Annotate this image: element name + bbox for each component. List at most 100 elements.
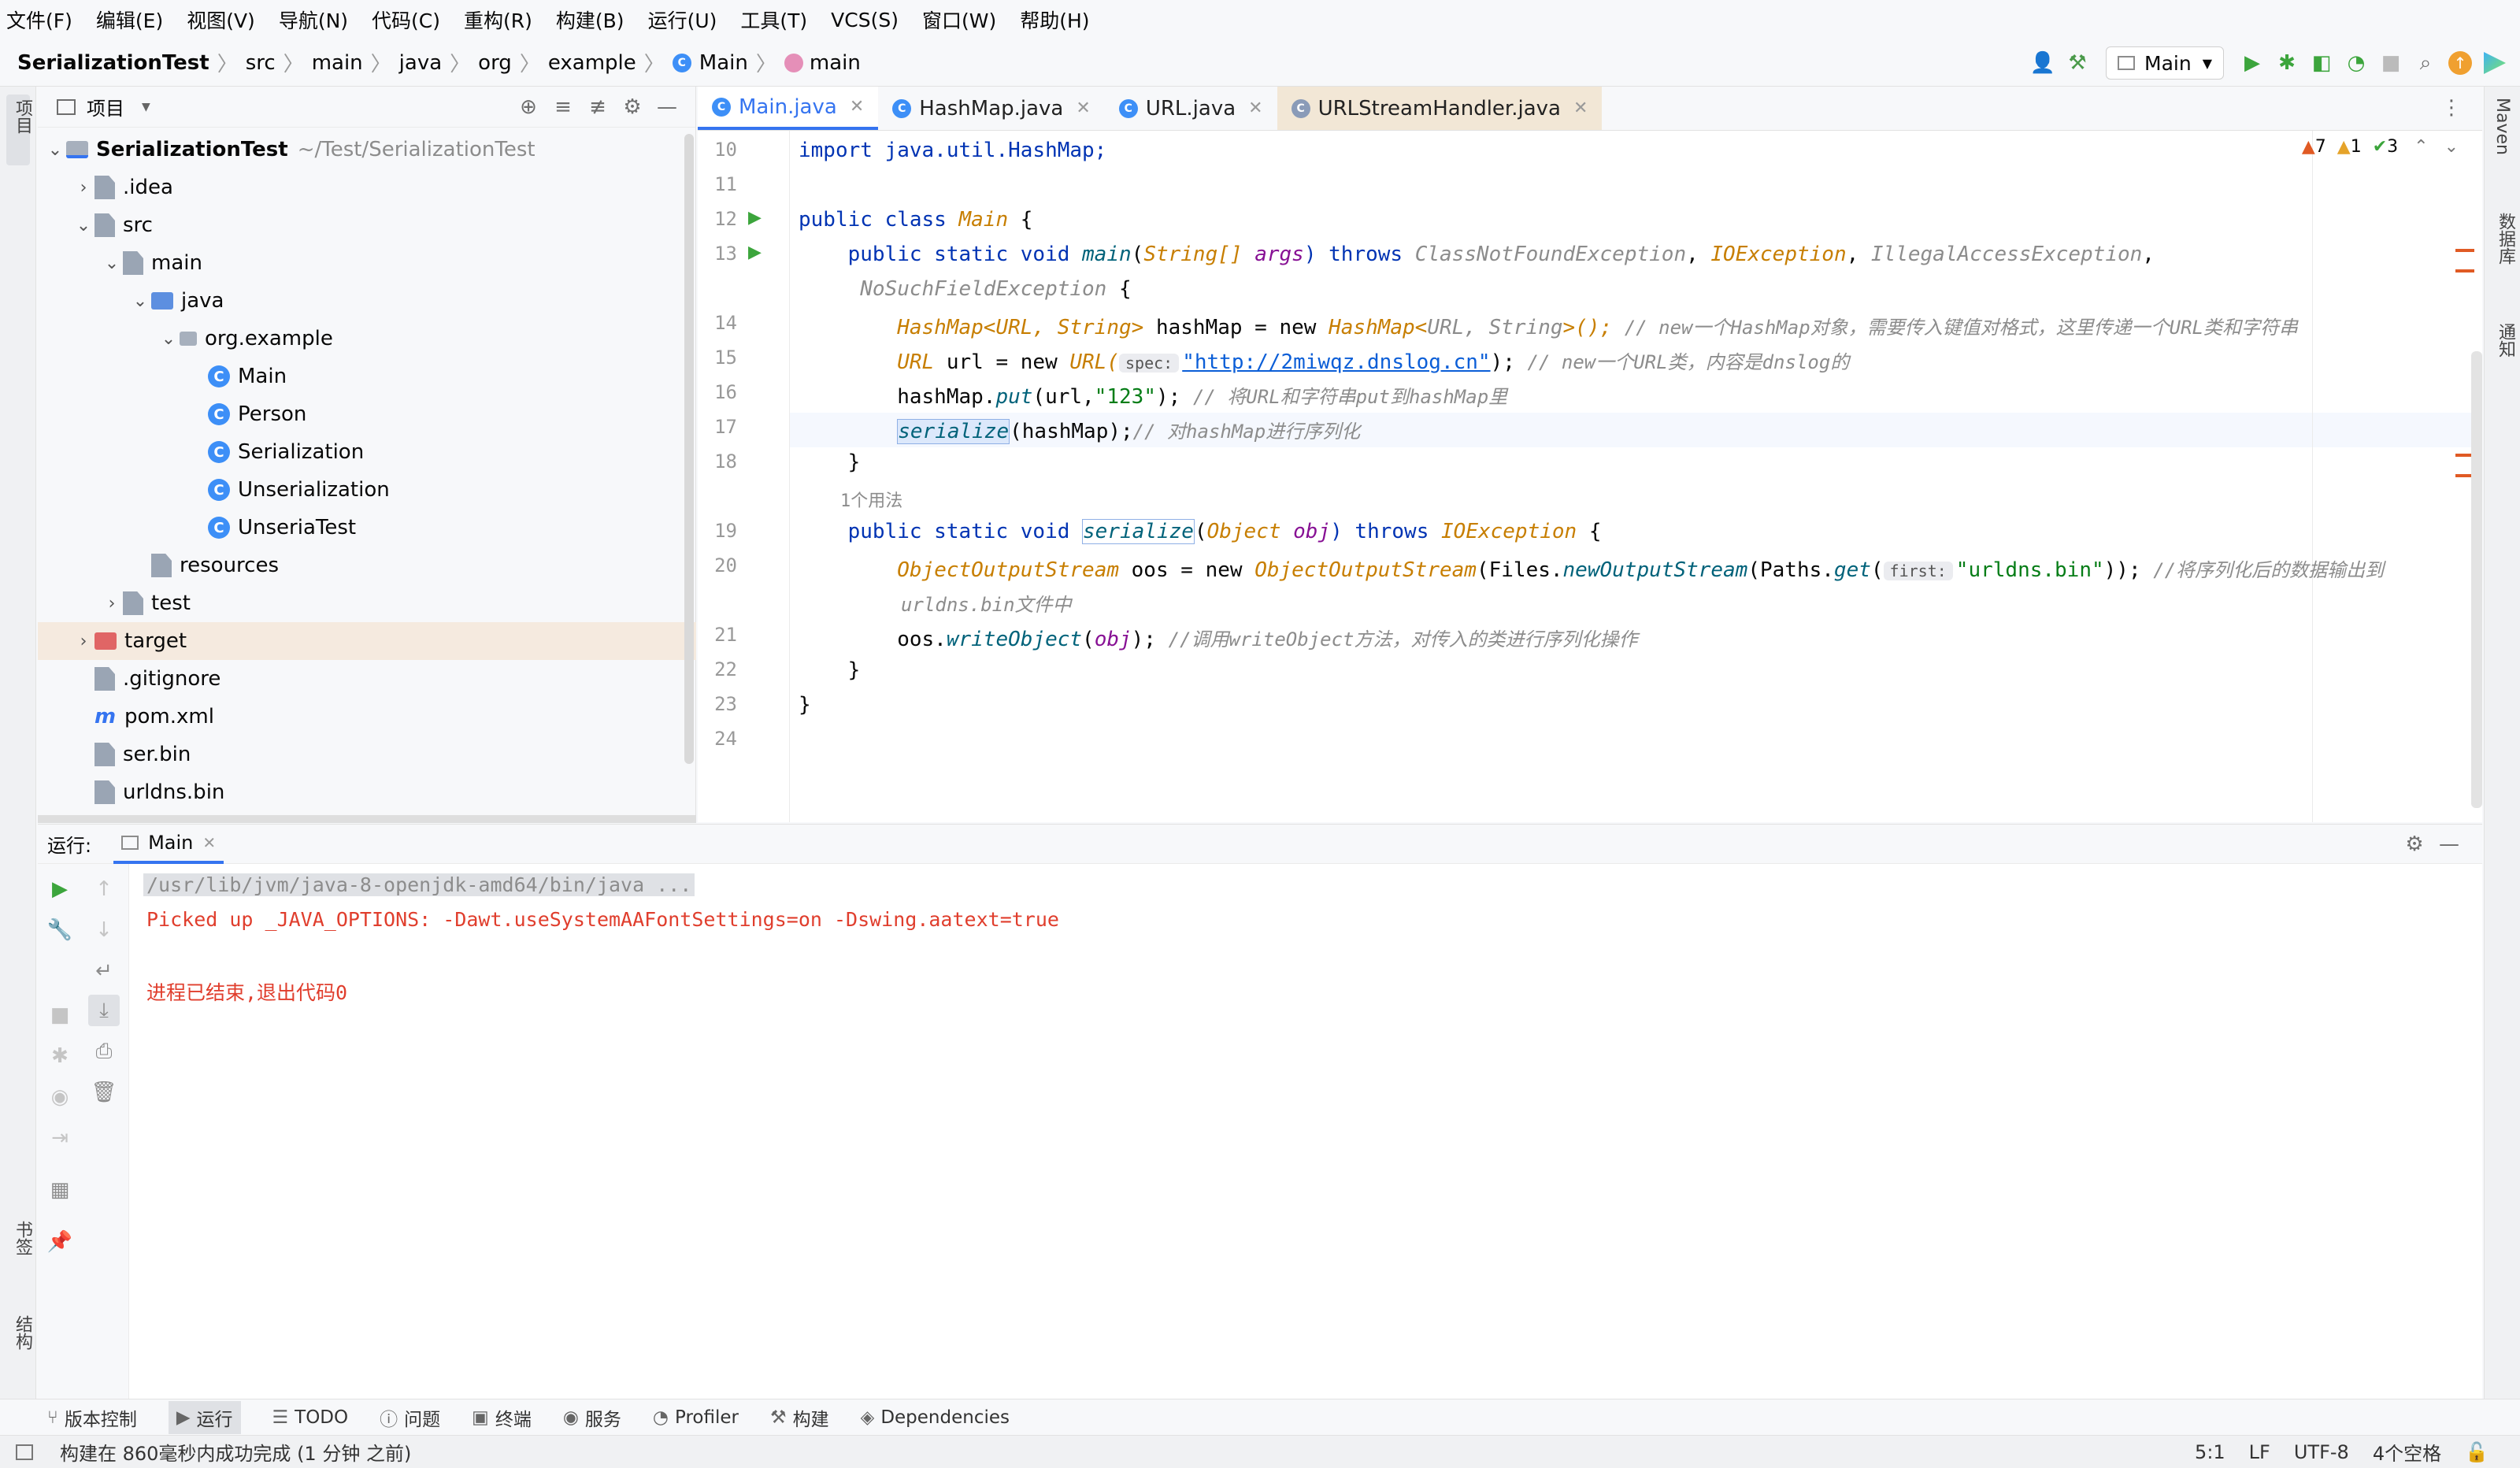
ide-logo-icon[interactable] [2477, 46, 2512, 80]
tree-item-test[interactable]: › test [38, 584, 696, 622]
tree-item-unseriatest[interactable]: C UnseriaTest [38, 509, 696, 547]
down-arrow-icon[interactable]: ↓ [88, 914, 120, 946]
pin-icon[interactable]: 📌 [44, 1226, 76, 1258]
expand-all-icon[interactable]: ≡ [546, 90, 580, 124]
chevron-down-icon[interactable]: ⌄ [2444, 137, 2459, 157]
run-tab-main[interactable]: Main ✕ [113, 825, 224, 864]
indent-setting[interactable]: 4个空格 [2373, 1438, 2441, 1466]
code-editor[interactable]: 10 11 12 13 14 15 16 17 18 19 20 21 22 23 24 ▶ ▶ ▲ 7 ▲ 1… [698, 131, 2482, 822]
menu-refactor[interactable]: 重构(R) [464, 6, 532, 34]
menu-run[interactable]: 运行(U) [648, 6, 717, 34]
breadcrumb-main[interactable]: main [312, 51, 363, 75]
coverage-icon[interactable]: ◧ [2304, 46, 2339, 80]
project-tool-button[interactable]: 项目 [6, 95, 32, 165]
close-icon[interactable]: ✕ [850, 97, 864, 117]
breadcrumb-src[interactable]: src [246, 51, 276, 75]
line-number[interactable]: 15 [698, 347, 737, 369]
profile-icon[interactable]: ◔ [2339, 46, 2374, 80]
menu-help[interactable]: 帮助(H) [1020, 6, 1089, 34]
close-icon[interactable]: ✕ [202, 833, 216, 852]
run-gutter-icon[interactable]: ▶ [748, 243, 762, 262]
menu-view[interactable]: 视图(V) [187, 6, 255, 34]
tab-main-java[interactable]: C Main.java ✕ [698, 87, 879, 130]
hide-icon[interactable]: — [650, 90, 684, 124]
run-icon[interactable]: ▶ [2235, 46, 2270, 80]
tool-tab-vcs[interactable]: ⑂ 版本控制 [47, 1404, 137, 1431]
menu-edit[interactable]: 编辑(E) [96, 6, 163, 34]
breadcrumb-org[interactable]: org [478, 51, 512, 75]
line-number[interactable]: 12 [698, 208, 737, 230]
line-number[interactable]: 16 [698, 381, 737, 403]
menu-window[interactable]: 窗口(W) [922, 6, 996, 34]
more-tabs-icon[interactable]: ⋮ [2441, 96, 2462, 120]
tree-item-unserialization[interactable]: C Unserialization [38, 471, 696, 509]
line-number[interactable]: 19 [698, 520, 737, 542]
login-icon[interactable]: ⇥ [44, 1122, 76, 1154]
tree-item-person[interactable]: C Person [38, 395, 696, 433]
chevron-down-icon[interactable]: ⌄ [101, 254, 123, 273]
database-tool-button[interactable]: 数据库 [2492, 213, 2518, 265]
close-icon[interactable]: ✕ [1248, 98, 1262, 118]
line-number[interactable]: 10 [698, 139, 737, 161]
menu-code[interactable]: 代码(C) [372, 6, 440, 34]
caret-position[interactable]: 5:1 [2195, 1441, 2225, 1463]
menu-navigate[interactable]: 导航(N) [279, 6, 348, 34]
tree-item-main[interactable]: C Main [38, 358, 696, 395]
tree-item-src[interactable]: ⌄ src [38, 206, 696, 244]
error-stripe-mark[interactable] [2455, 249, 2474, 252]
tree-item-serialization[interactable]: C Serialization [38, 433, 696, 471]
menu-build[interactable]: 构建(B) [556, 6, 624, 34]
line-number[interactable]: 21 [698, 624, 737, 646]
tree-item-serializationtest[interactable]: ⌄ SerializationTest ~/Test/SerializationTe… [38, 131, 696, 169]
tree-item-pom-xml[interactable]: m pom.xml [38, 698, 696, 736]
menu-file[interactable]: 文件(F) [6, 6, 72, 34]
tool-tab-run[interactable]: ▶ 运行 [168, 1400, 241, 1434]
line-number[interactable]: 13 [698, 243, 737, 265]
line-number[interactable]: 20 [698, 554, 737, 576]
chevron-down-icon[interactable]: ⌄ [44, 140, 66, 160]
line-number[interactable]: 24 [698, 728, 737, 750]
breadcrumb-class[interactable]: Main [699, 51, 748, 75]
tree-item-gitignore[interactable]: .gitignore [38, 660, 696, 698]
run-gutter-icon[interactable]: ▶ [748, 208, 762, 228]
tool-tab-problems[interactable]: ⓘ 问题 [380, 1404, 440, 1431]
chevron-up-icon[interactable]: ⌃ [2414, 137, 2428, 157]
layout-icon[interactable]: ▦ [44, 1174, 76, 1206]
collapse-all-icon[interactable]: ≢ [580, 90, 615, 124]
error-stripe-mark[interactable] [2455, 269, 2474, 272]
tool-tab-terminal[interactable]: ▣ 终端 [472, 1404, 532, 1431]
debug-off-icon[interactable]: ✱ [44, 1040, 76, 1072]
chevron-down-icon[interactable]: ⌄ [72, 216, 94, 235]
breadcrumb-method[interactable]: main [810, 51, 861, 75]
tab-url-java[interactable]: C URL.java ✕ [1105, 87, 1277, 130]
menu-vcs[interactable]: VCS(S) [831, 9, 899, 32]
rerun-icon[interactable]: ▶ [44, 873, 76, 905]
tool-tab-todo[interactable]: ☰ TODO [272, 1407, 349, 1428]
print-icon[interactable]: ⎙ [88, 1036, 120, 1067]
lock-icon[interactable]: 🔓 [2465, 1441, 2488, 1463]
tree-item-ser-bin[interactable]: ser.bin [38, 736, 696, 773]
bookmarks-tool-button[interactable]: 书签 [6, 1221, 32, 1299]
close-icon[interactable]: ✕ [1573, 98, 1588, 118]
update-icon[interactable]: ↑ [2443, 46, 2477, 80]
breadcrumb-java[interactable]: java [399, 51, 442, 75]
line-number[interactable]: 22 [698, 658, 737, 680]
chevron-down-icon[interactable]: ⌄ [129, 291, 151, 311]
menu-tools[interactable]: 工具(T) [740, 6, 807, 34]
tool-tab-services[interactable]: ◉ 服务 [563, 1404, 621, 1431]
tree-item-org-example[interactable]: ⌄ org.example [38, 320, 696, 358]
camera-icon[interactable]: ◉ [44, 1081, 76, 1113]
editor-scrollbar[interactable] [2471, 351, 2482, 808]
status-window-icon[interactable] [16, 1444, 33, 1460]
chevron-right-icon[interactable]: › [72, 632, 94, 651]
chevron-down-icon[interactable]: ▼ [142, 101, 150, 113]
user-icon[interactable]: 👤 [2025, 46, 2060, 80]
gear-icon[interactable]: ⚙ [615, 90, 650, 124]
tab-hashmap-java[interactable]: C HashMap.java ✕ [878, 87, 1105, 130]
maven-tool-button[interactable]: Maven [2492, 98, 2512, 155]
status-message[interactable]: 构建在 860毫秒内成功完成 (1 分钟 之前) [60, 1438, 411, 1466]
line-number[interactable]: 18 [698, 450, 737, 473]
tool-tab-dependencies[interactable]: ◈ Dependencies [861, 1407, 1010, 1428]
line-number[interactable]: 11 [698, 173, 737, 195]
soft-wrap-icon[interactable]: ↵ [88, 955, 120, 987]
